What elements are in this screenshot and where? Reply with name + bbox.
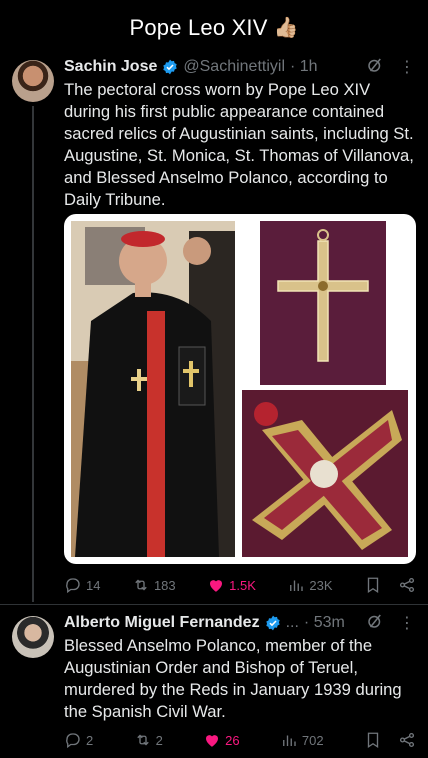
- views-icon: [282, 735, 296, 746]
- more-options-icon[interactable]: ⋮: [399, 613, 416, 633]
- repost-button[interactable]: 183: [132, 576, 176, 594]
- reply-count: 14: [86, 577, 101, 593]
- grok-icon[interactable]: [366, 612, 384, 633]
- bookmark-icon[interactable]: [364, 576, 382, 594]
- share-icon[interactable]: [398, 576, 416, 594]
- thumbs-up-emoji: 👍🏼: [273, 17, 299, 39]
- media-grid[interactable]: [64, 214, 416, 564]
- verified-badge-icon: [163, 59, 178, 74]
- post-actions: 2 2 26 702: [64, 728, 416, 752]
- cardinal-photo[interactable]: [71, 221, 235, 557]
- like-count: 1.5K: [229, 577, 256, 593]
- header-title: Pope Leo XIV: [129, 15, 268, 40]
- post-time[interactable]: · 53m: [304, 614, 345, 632]
- repost-count: 183: [153, 577, 176, 593]
- post-meta: Sachin Jose @Sachinettiyil · 1h ⋮: [64, 56, 416, 77]
- view-count: 702: [301, 732, 324, 748]
- views-icon: [290, 580, 304, 591]
- repost-icon: [135, 579, 147, 591]
- grok-icon[interactable]: [366, 56, 384, 77]
- author-name[interactable]: Alberto Miguel Fernandez: [64, 614, 260, 632]
- more-options-icon[interactable]: ⋮: [399, 57, 416, 77]
- post-body: Alberto Miguel Fernandez ... · 53m ⋮ Ble…: [64, 612, 416, 723]
- avatar[interactable]: [12, 60, 54, 102]
- post-text: The pectoral cross worn by Pope Leo XIV …: [64, 80, 414, 209]
- heart-icon: [210, 580, 223, 592]
- repost-count: 2: [155, 732, 163, 748]
- reply-count: 2: [86, 732, 94, 748]
- author-handle[interactable]: @Sachinettiyil: [183, 58, 285, 76]
- views-button[interactable]: 702: [280, 731, 324, 749]
- author-name[interactable]: Sachin Jose: [64, 58, 157, 76]
- avatar[interactable]: [12, 616, 54, 658]
- post-text: Blessed Anselmo Polanco, member of the A…: [64, 636, 402, 721]
- conversation-header: Pope Leo XIV 👍🏼: [0, 8, 428, 48]
- reply-button[interactable]: 14: [64, 576, 100, 594]
- repost-icon: [136, 734, 149, 746]
- cross-closeup-photo[interactable]: [242, 390, 408, 557]
- view-count: 23K: [309, 577, 333, 593]
- post-divider: [0, 604, 428, 605]
- post-meta: Alberto Miguel Fernandez ... · 53m ⋮: [64, 612, 416, 633]
- reply-button[interactable]: 2: [64, 731, 93, 749]
- post-body: Sachin Jose @Sachinettiyil · 1h ⋮ The pe…: [64, 56, 416, 211]
- like-button[interactable]: 26: [203, 731, 240, 749]
- thread-connector: [32, 106, 34, 602]
- bookmark-icon[interactable]: [364, 731, 382, 749]
- like-count: 26: [225, 732, 240, 748]
- cross-photo[interactable]: [260, 221, 386, 385]
- author-handle[interactable]: ...: [286, 614, 299, 632]
- share-icon[interactable]: [398, 731, 416, 749]
- like-button[interactable]: 1.5K: [207, 576, 256, 594]
- verified-badge-icon: [265, 615, 280, 630]
- heart-icon: [206, 735, 219, 747]
- post-time[interactable]: · 1h: [290, 58, 318, 76]
- repost-button[interactable]: 2: [134, 731, 163, 749]
- post-actions: 14 183 1.5K 23K: [64, 573, 416, 597]
- reply-icon: [66, 578, 80, 594]
- reply-icon: [66, 733, 80, 749]
- views-button[interactable]: 23K: [287, 576, 333, 594]
